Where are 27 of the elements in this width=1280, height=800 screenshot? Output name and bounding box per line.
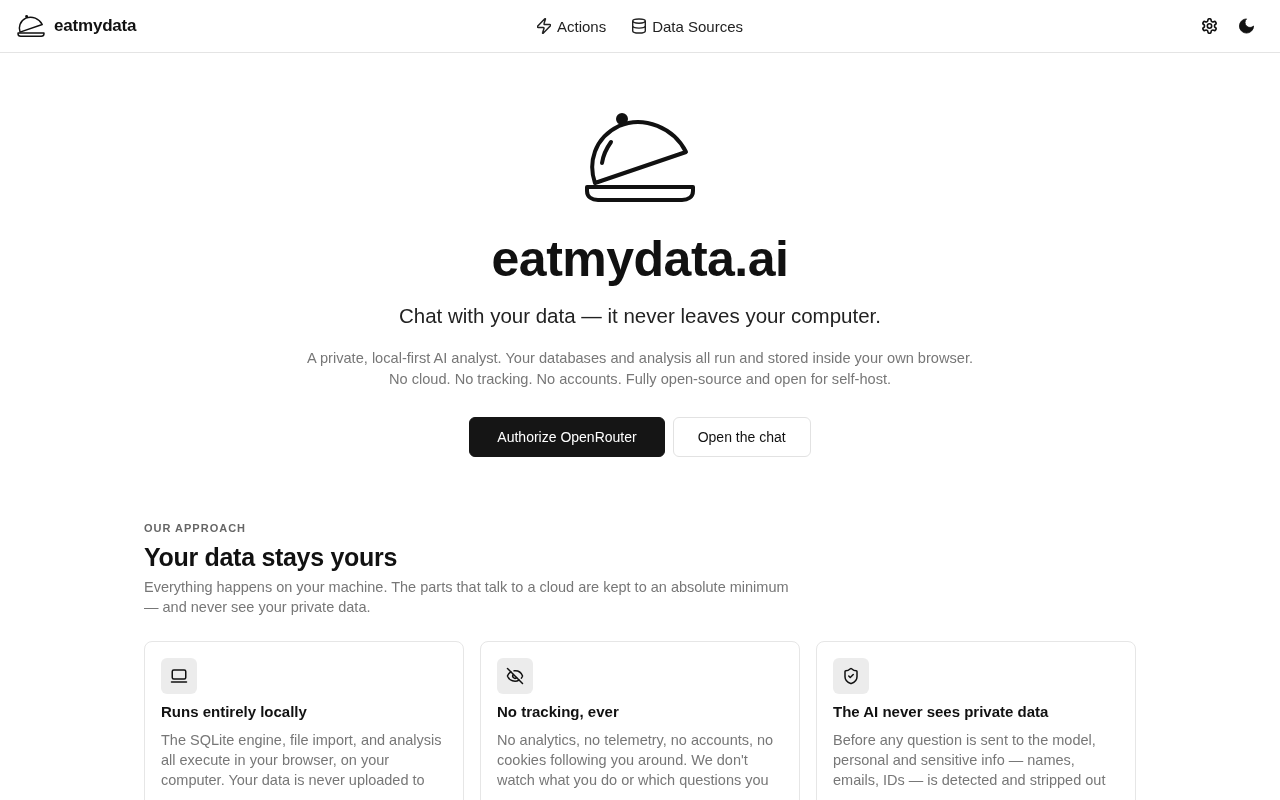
section-heading: Your data stays yours [144, 542, 399, 573]
card-text: The SQLite engine, file import, and analysis all execute in your browser, on your computer. Your data is never uploaded to [161, 731, 443, 790]
hero-description: A private, local-first AI analyst. Your databases and analysis all run and stored inside your own browser. [307, 349, 973, 368]
hero-title: eatmydata.ai [491, 230, 789, 289]
card-text: No analytics, no telemetry, no accounts, no cookies following you around. We don't watch what you do or which questions you [497, 731, 775, 790]
lightning-icon [536, 18, 551, 34]
section-intro: Everything happens on your machine. The parts that talk to a cloud are kept to an absolute minimum — and never see your private data. [144, 578, 790, 617]
eye-off-icon [497, 658, 533, 694]
cloche-icon [584, 113, 696, 203]
nav-link[interactable]: Actions [536, 17, 607, 35]
card-title: Runs entirely locally [161, 702, 308, 722]
card-text: Before any question is sent to the model, personal and sensitive info — names, emails, IDs — is detected and stripped out [833, 731, 1107, 790]
authorize-button[interactable]: Authorize OpenRouter [469, 417, 665, 457]
hero-subtitle: Chat with your data — it never leaves your computer. [399, 303, 881, 329]
brand-name[interactable]: eatmydata [54, 16, 137, 36]
shield-check-icon [833, 658, 869, 694]
database-icon [632, 18, 647, 34]
section-eyebrow: OUR APPROACH [144, 521, 248, 536]
open-chat-button[interactable]: Open the chat [672, 417, 811, 457]
settings-icon[interactable] [1202, 18, 1217, 34]
hero-description: No cloud. No tracking. No accounts. Fully open-source and open for self-host. [387, 370, 893, 389]
nav-link[interactable]: Data Sources [632, 17, 744, 35]
laptop-icon [161, 658, 197, 694]
card-title: No tracking, ever [497, 702, 620, 722]
moon-icon[interactable] [1239, 18, 1254, 34]
card-title: The AI never sees private data [833, 702, 1050, 722]
cloche-icon[interactable] [17, 15, 45, 37]
